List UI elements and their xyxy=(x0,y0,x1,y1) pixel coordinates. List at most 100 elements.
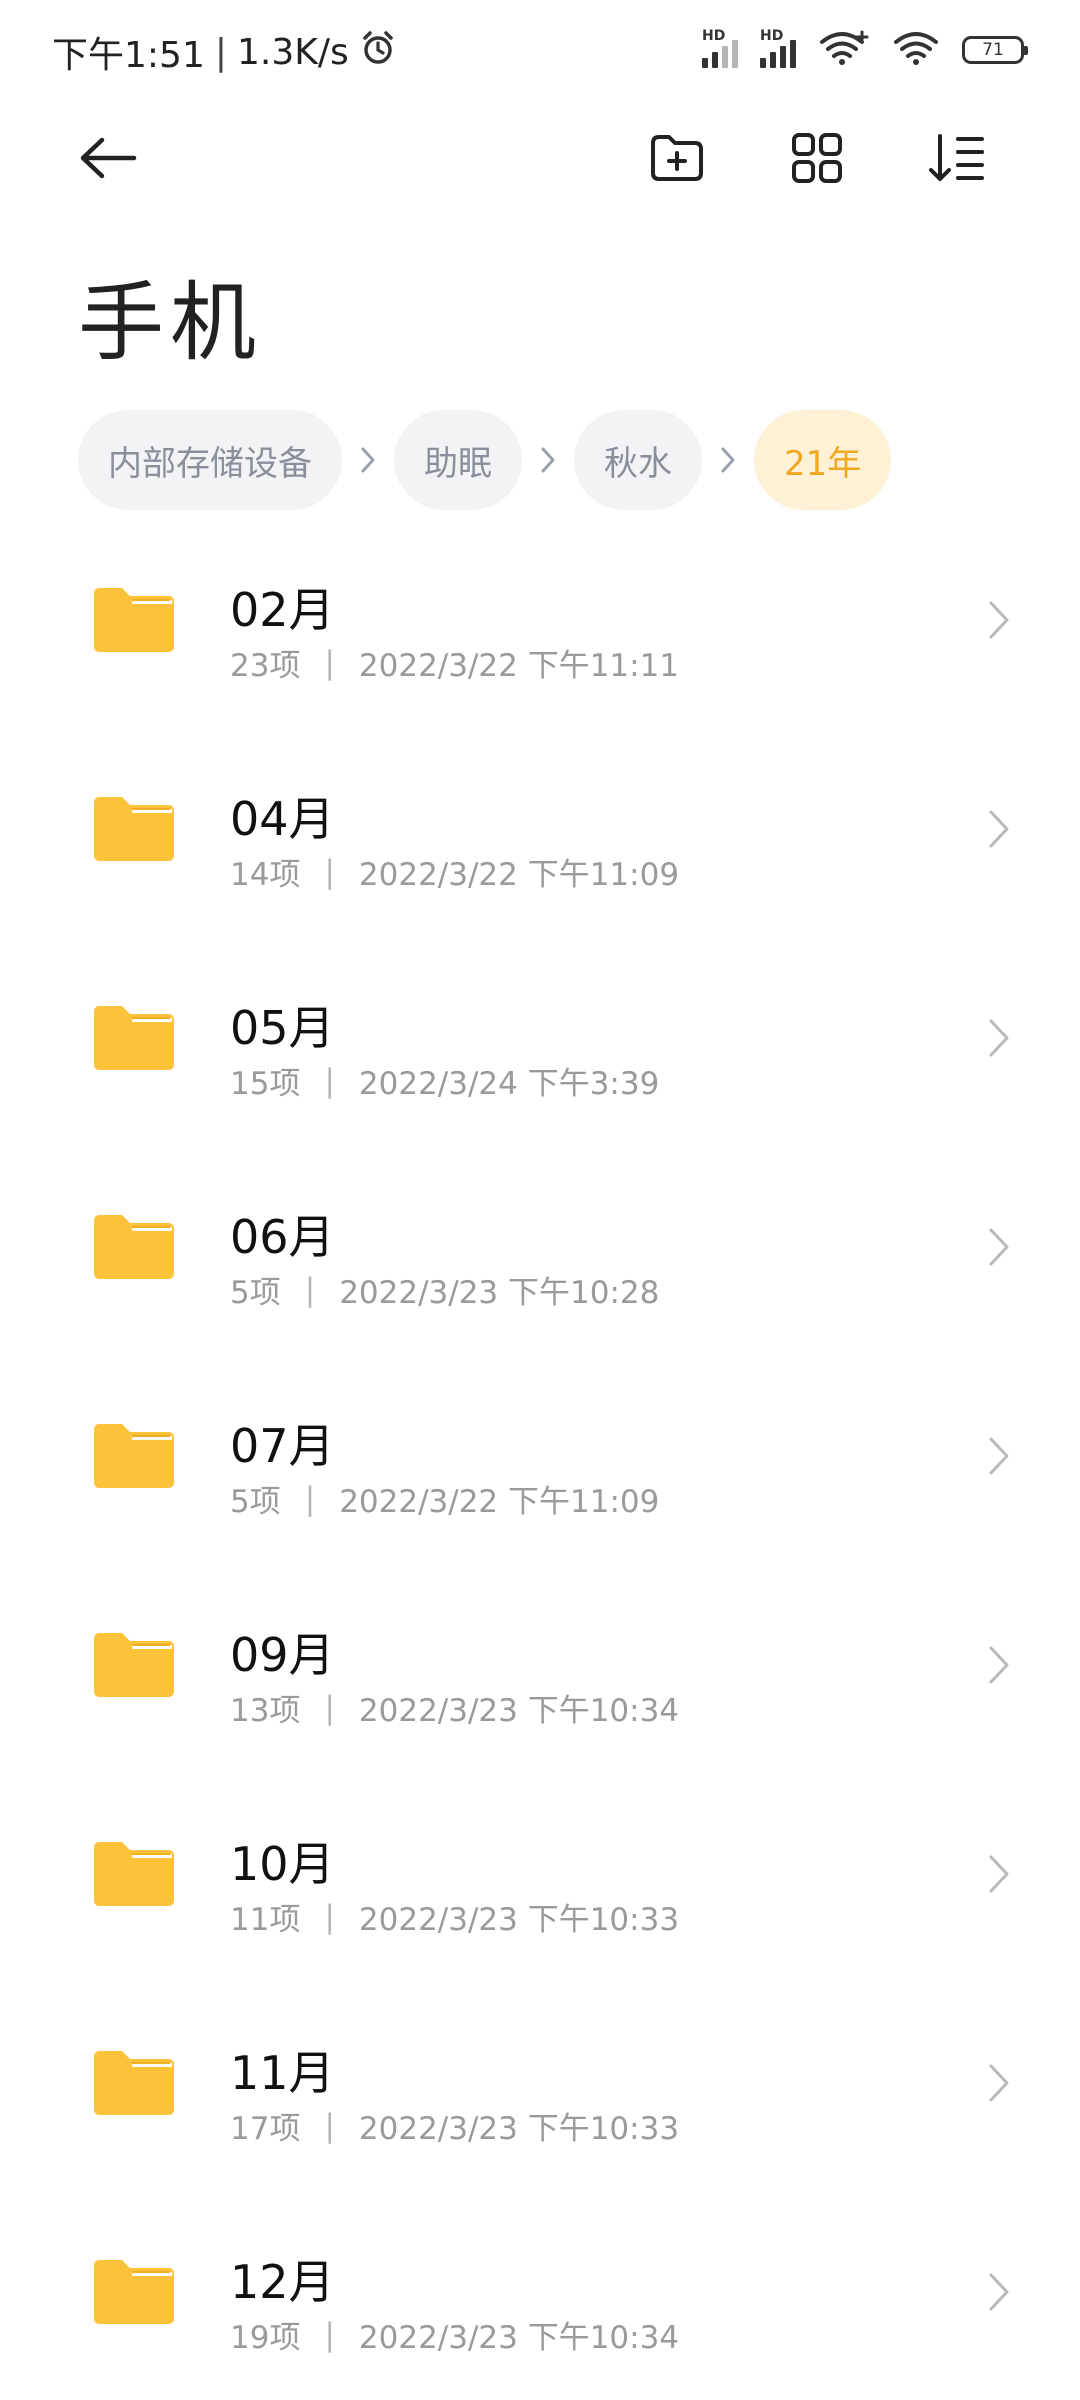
view-mode-button[interactable] xyxy=(777,120,857,200)
item-count: 13项 xyxy=(230,1693,301,1729)
list-item[interactable]: 09月 13项 | 2022/3/23 下午10:34 xyxy=(0,1565,1080,1774)
sort-button[interactable] xyxy=(917,120,997,200)
modified-date: 2022/3/23 下午10:33 xyxy=(358,2111,680,2147)
wifi-plus-icon xyxy=(818,30,870,70)
folder-meta: 15项 | 2022/3/24 下午3:39 xyxy=(230,1058,659,1103)
meta-separator: | xyxy=(324,2107,335,2144)
status-divider: | xyxy=(214,31,227,73)
sort-icon xyxy=(928,133,986,187)
new-folder-button[interactable] xyxy=(637,120,717,200)
folder-name: 04月 xyxy=(230,792,335,846)
modified-date: 2022/3/24 下午3:39 xyxy=(358,1066,660,1102)
folder-name: 12月 xyxy=(230,2255,335,2309)
folder-name: 10月 xyxy=(230,1837,335,1891)
item-count: 11项 xyxy=(230,1902,301,1938)
network-speed: 1.3K/s xyxy=(236,31,349,73)
item-count: 5项 xyxy=(230,1484,281,1520)
meta-separator: | xyxy=(324,2316,335,2353)
chevron-right-icon xyxy=(988,1227,1010,1271)
folder-meta: 5项 | 2022/3/23 下午10:28 xyxy=(230,1267,659,1312)
folder-name: 05月 xyxy=(230,1001,335,1055)
breadcrumb-item-current[interactable]: 21年 xyxy=(754,410,892,510)
grid-view-icon xyxy=(791,132,843,188)
meta-separator: | xyxy=(304,1480,316,1517)
signal-2-icon: HD xyxy=(760,28,796,68)
modified-date: 2022/3/22 下午11:11 xyxy=(358,648,680,684)
folder-name: 11月 xyxy=(230,2046,335,2100)
modified-date: 2022/3/23 下午10:34 xyxy=(358,2320,680,2356)
item-count: 15项 xyxy=(230,1066,301,1102)
meta-separator: | xyxy=(324,1898,335,1935)
chevron-right-icon xyxy=(988,600,1010,644)
breadcrumb-item-sleep-aid[interactable]: 助眠 xyxy=(394,410,522,510)
folder-icon xyxy=(92,1422,176,1494)
list-item[interactable]: 06月 5项 | 2022/3/23 下午10:28 xyxy=(0,1147,1080,1356)
folder-icon xyxy=(92,1213,176,1285)
item-count: 14项 xyxy=(230,857,301,893)
modified-date: 2022/3/22 下午11:09 xyxy=(339,1484,660,1520)
breadcrumb-item-internal-storage[interactable]: 内部存储设备 xyxy=(78,410,342,510)
list-item[interactable]: 07月 5项 | 2022/3/22 下午11:09 xyxy=(0,1356,1080,1565)
status-time: 下午1:51 xyxy=(52,35,205,76)
battery-level: 71 xyxy=(982,40,1004,60)
folder-icon xyxy=(92,795,176,867)
wifi-icon xyxy=(892,30,940,70)
folder-icon xyxy=(92,1840,176,1912)
modified-date: 2022/3/23 下午10:28 xyxy=(339,1275,660,1311)
folder-icon xyxy=(92,1004,176,1076)
folder-meta: 5项 | 2022/3/22 下午11:09 xyxy=(230,1476,659,1521)
list-item[interactable]: 12月 19项 | 2022/3/23 下午10:34 xyxy=(0,2192,1080,2400)
signal-1-icon: HD xyxy=(702,28,738,68)
folder-icon xyxy=(92,2258,176,2330)
list-item[interactable]: 02月 23项 | 2022/3/22 下午11:11 xyxy=(0,520,1080,729)
chevron-right-icon xyxy=(988,1436,1010,1480)
folder-meta: 13项 | 2022/3/23 下午10:34 xyxy=(230,1685,679,1730)
folder-icon xyxy=(92,2049,176,2121)
list-item[interactable]: 10月 11项 | 2022/3/23 下午10:33 xyxy=(0,1774,1080,1983)
back-button[interactable] xyxy=(68,120,148,200)
arrow-left-icon xyxy=(78,136,138,184)
meta-separator: | xyxy=(324,1062,335,1099)
folder-name: 09月 xyxy=(230,1628,335,1682)
folder-icon xyxy=(92,1631,176,1703)
folder-meta: 19项 | 2022/3/23 下午10:34 xyxy=(230,2312,679,2357)
meta-separator: | xyxy=(324,853,335,890)
modified-date: 2022/3/23 下午10:33 xyxy=(358,1902,680,1938)
breadcrumb-item-qiushui[interactable]: 秋水 xyxy=(574,410,702,510)
item-count: 23项 xyxy=(230,648,301,684)
meta-separator: | xyxy=(324,1689,335,1726)
list-item[interactable]: 04月 14项 | 2022/3/22 下午11:09 xyxy=(0,729,1080,938)
chevron-right-icon xyxy=(522,410,574,510)
folder-meta: 17项 | 2022/3/23 下午10:33 xyxy=(230,2103,679,2148)
list-item[interactable]: 11月 17项 | 2022/3/23 下午10:33 xyxy=(0,1983,1080,2192)
chevron-right-icon xyxy=(988,2063,1010,2107)
toolbar xyxy=(0,120,1080,200)
status-bar: 下午1:51 | 1.3K/s HD HD 71 xyxy=(0,0,1080,100)
folder-meta: 11项 | 2022/3/23 下午10:33 xyxy=(230,1894,679,1939)
modified-date: 2022/3/23 下午10:34 xyxy=(358,1693,680,1729)
meta-separator: | xyxy=(324,644,335,681)
folder-name: 02月 xyxy=(230,583,335,637)
chevron-right-icon xyxy=(988,809,1010,853)
battery-icon: 71 xyxy=(962,36,1028,64)
status-left: 下午1:51 | 1.3K/s xyxy=(52,26,397,78)
hd-label: HD xyxy=(760,28,784,44)
item-count: 5项 xyxy=(230,1275,281,1311)
chevron-right-icon xyxy=(342,410,394,510)
list-item[interactable]: 05月 15项 | 2022/3/24 下午3:39 xyxy=(0,938,1080,1147)
folder-meta: 14项 | 2022/3/22 下午11:09 xyxy=(230,849,679,894)
folder-list: 02月 23项 | 2022/3/22 下午11:11 04月 14项 | 20… xyxy=(0,520,1080,2400)
chevron-right-icon xyxy=(988,1645,1010,1689)
folder-meta: 23项 | 2022/3/22 下午11:11 xyxy=(230,640,679,685)
alarm-icon xyxy=(359,29,397,76)
page-title: 手机 xyxy=(78,273,262,373)
chevron-right-icon xyxy=(702,410,754,510)
folder-name: 06月 xyxy=(230,1210,335,1264)
item-count: 17项 xyxy=(230,2111,301,2147)
status-right: HD HD 71 xyxy=(702,28,1028,70)
hd-label: HD xyxy=(702,28,726,44)
folder-icon xyxy=(92,586,176,658)
modified-date: 2022/3/22 下午11:09 xyxy=(358,857,680,893)
folder-name: 07月 xyxy=(230,1419,335,1473)
chevron-right-icon xyxy=(988,1018,1010,1062)
